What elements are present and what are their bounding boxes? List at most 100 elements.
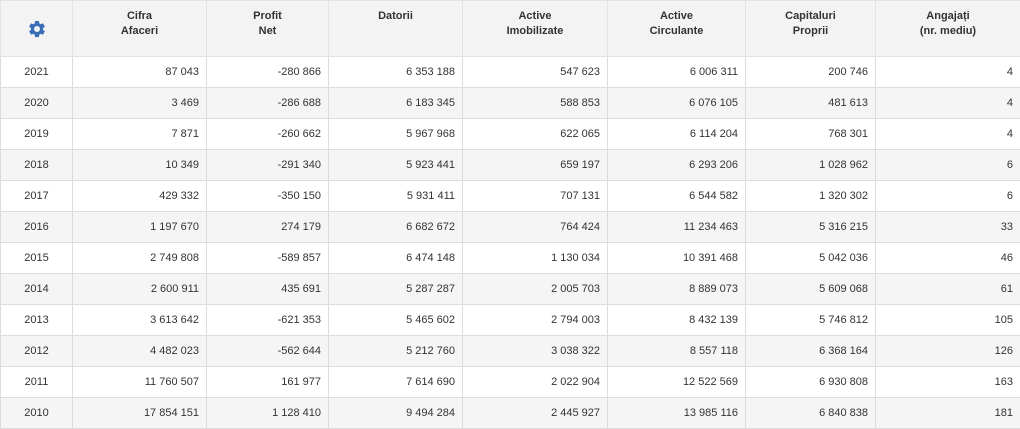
angajati-cell: 6: [876, 150, 1020, 181]
datorii-cell: 5 212 760: [329, 336, 463, 367]
profit-net-cell: -286 688: [207, 88, 329, 119]
capitaluri-proprii-cell: 5 746 812: [746, 305, 876, 336]
cifra-afaceri-cell: 17 854 151: [73, 398, 207, 429]
datorii-cell: 6 353 188: [329, 57, 463, 88]
col-header-profit-net[interactable]: Profit Net: [207, 1, 329, 57]
capitaluri-proprii-cell: 1 028 962: [746, 150, 876, 181]
capitaluri-proprii-cell: 6 840 838: [746, 398, 876, 429]
col-header-angajati[interactable]: Angajați (nr. mediu): [876, 1, 1020, 57]
active-imobilizate-cell: 588 853: [463, 88, 608, 119]
col-header-capitaluri-proprii[interactable]: Capitaluri Proprii: [746, 1, 876, 57]
col-header-line1: Profit: [211, 9, 324, 24]
col-header-line2: Proprii: [750, 24, 871, 39]
datorii-cell: 9 494 284: [329, 398, 463, 429]
profit-net-cell: -350 150: [207, 181, 329, 212]
angajati-cell: 33: [876, 212, 1020, 243]
datorii-cell: 5 923 441: [329, 150, 463, 181]
year-cell: 2010: [1, 398, 73, 429]
year-cell: 2011: [1, 367, 73, 398]
datorii-cell: 5 465 602: [329, 305, 463, 336]
angajati-cell: 105: [876, 305, 1020, 336]
datorii-cell: 7 614 690: [329, 367, 463, 398]
col-header-datorii[interactable]: Datorii: [329, 1, 463, 57]
col-header-cifra-afaceri[interactable]: Cifra Afaceri: [73, 1, 207, 57]
col-header-line1: Cifra: [77, 9, 202, 24]
table-row: 20152 749 808-589 8576 474 1481 130 0341…: [1, 243, 1020, 274]
active-circulante-cell: 8 432 139: [608, 305, 746, 336]
angajati-cell: 181: [876, 398, 1020, 429]
capitaluri-proprii-cell: 6 930 808: [746, 367, 876, 398]
cifra-afaceri-cell: 11 760 507: [73, 367, 207, 398]
active-imobilizate-cell: 3 038 322: [463, 336, 608, 367]
table-row: 202187 043-280 8666 353 188547 6236 006 …: [1, 57, 1020, 88]
active-imobilizate-cell: 2 445 927: [463, 398, 608, 429]
datorii-cell: 6 183 345: [329, 88, 463, 119]
profit-net-cell: -280 866: [207, 57, 329, 88]
profit-net-cell: -291 340: [207, 150, 329, 181]
active-circulante-cell: 6 076 105: [608, 88, 746, 119]
profit-net-cell: -562 644: [207, 336, 329, 367]
col-header-line2: Circulante: [612, 24, 741, 39]
table-row: 201017 854 1511 128 4109 494 2842 445 92…: [1, 398, 1020, 429]
year-cell: 2014: [1, 274, 73, 305]
angajati-cell: 46: [876, 243, 1020, 274]
cifra-afaceri-cell: 2 749 808: [73, 243, 207, 274]
col-header-line2: Imobilizate: [467, 24, 603, 39]
year-cell: 2018: [1, 150, 73, 181]
active-imobilizate-cell: 2 022 904: [463, 367, 608, 398]
active-circulante-cell: 11 234 463: [608, 212, 746, 243]
angajati-cell: 163: [876, 367, 1020, 398]
capitaluri-proprii-cell: 200 746: [746, 57, 876, 88]
settings-cell[interactable]: [1, 1, 73, 57]
col-header-line2: (nr. mediu): [880, 24, 1016, 39]
active-circulante-cell: 13 985 116: [608, 398, 746, 429]
datorii-cell: 5 931 411: [329, 181, 463, 212]
capitaluri-proprii-cell: 5 316 215: [746, 212, 876, 243]
active-imobilizate-cell: 547 623: [463, 57, 608, 88]
active-circulante-cell: 12 522 569: [608, 367, 746, 398]
angajati-cell: 4: [876, 57, 1020, 88]
col-header-active-circulante[interactable]: Active Circulante: [608, 1, 746, 57]
cifra-afaceri-cell: 2 600 911: [73, 274, 207, 305]
cifra-afaceri-cell: 1 197 670: [73, 212, 207, 243]
profit-net-cell: -589 857: [207, 243, 329, 274]
active-imobilizate-cell: 2 794 003: [463, 305, 608, 336]
year-cell: 2021: [1, 57, 73, 88]
angajati-cell: 61: [876, 274, 1020, 305]
datorii-cell: 6 682 672: [329, 212, 463, 243]
profit-net-cell: 1 128 410: [207, 398, 329, 429]
table-header-row: Cifra Afaceri Profit Net Datorii Active …: [1, 1, 1020, 57]
cifra-afaceri-cell: 87 043: [73, 57, 207, 88]
cifra-afaceri-cell: 10 349: [73, 150, 207, 181]
table-row: 201111 760 507161 9777 614 6902 022 9041…: [1, 367, 1020, 398]
active-imobilizate-cell: 659 197: [463, 150, 608, 181]
year-cell: 2017: [1, 181, 73, 212]
table-row: 20142 600 911435 6915 287 2872 005 7038 …: [1, 274, 1020, 305]
active-circulante-cell: 6 293 206: [608, 150, 746, 181]
capitaluri-proprii-cell: 5 042 036: [746, 243, 876, 274]
profit-net-cell: -260 662: [207, 119, 329, 150]
capitaluri-proprii-cell: 1 320 302: [746, 181, 876, 212]
active-circulante-cell: 6 544 582: [608, 181, 746, 212]
datorii-cell: 5 967 968: [329, 119, 463, 150]
cifra-afaceri-cell: 3 613 642: [73, 305, 207, 336]
gear-icon[interactable]: [27, 19, 47, 39]
col-header-line1: Datorii: [333, 9, 458, 24]
capitaluri-proprii-cell: 5 609 068: [746, 274, 876, 305]
col-header-line2: Afaceri: [77, 24, 202, 39]
active-imobilizate-cell: 707 131: [463, 181, 608, 212]
col-header-active-imobilizate[interactable]: Active Imobilizate: [463, 1, 608, 57]
capitaluri-proprii-cell: 768 301: [746, 119, 876, 150]
active-circulante-cell: 8 557 118: [608, 336, 746, 367]
table-row: 20161 197 670274 1796 682 672764 42411 2…: [1, 212, 1020, 243]
active-imobilizate-cell: 764 424: [463, 212, 608, 243]
cifra-afaceri-cell: 3 469: [73, 88, 207, 119]
datorii-cell: 5 287 287: [329, 274, 463, 305]
active-circulante-cell: 8 889 073: [608, 274, 746, 305]
active-imobilizate-cell: 2 005 703: [463, 274, 608, 305]
year-cell: 2020: [1, 88, 73, 119]
table-row: 201810 349-291 3405 923 441659 1976 293 …: [1, 150, 1020, 181]
year-cell: 2015: [1, 243, 73, 274]
table-row: 20133 613 642-621 3535 465 6022 794 0038…: [1, 305, 1020, 336]
table-body: 202187 043-280 8666 353 188547 6236 006 …: [1, 57, 1020, 429]
